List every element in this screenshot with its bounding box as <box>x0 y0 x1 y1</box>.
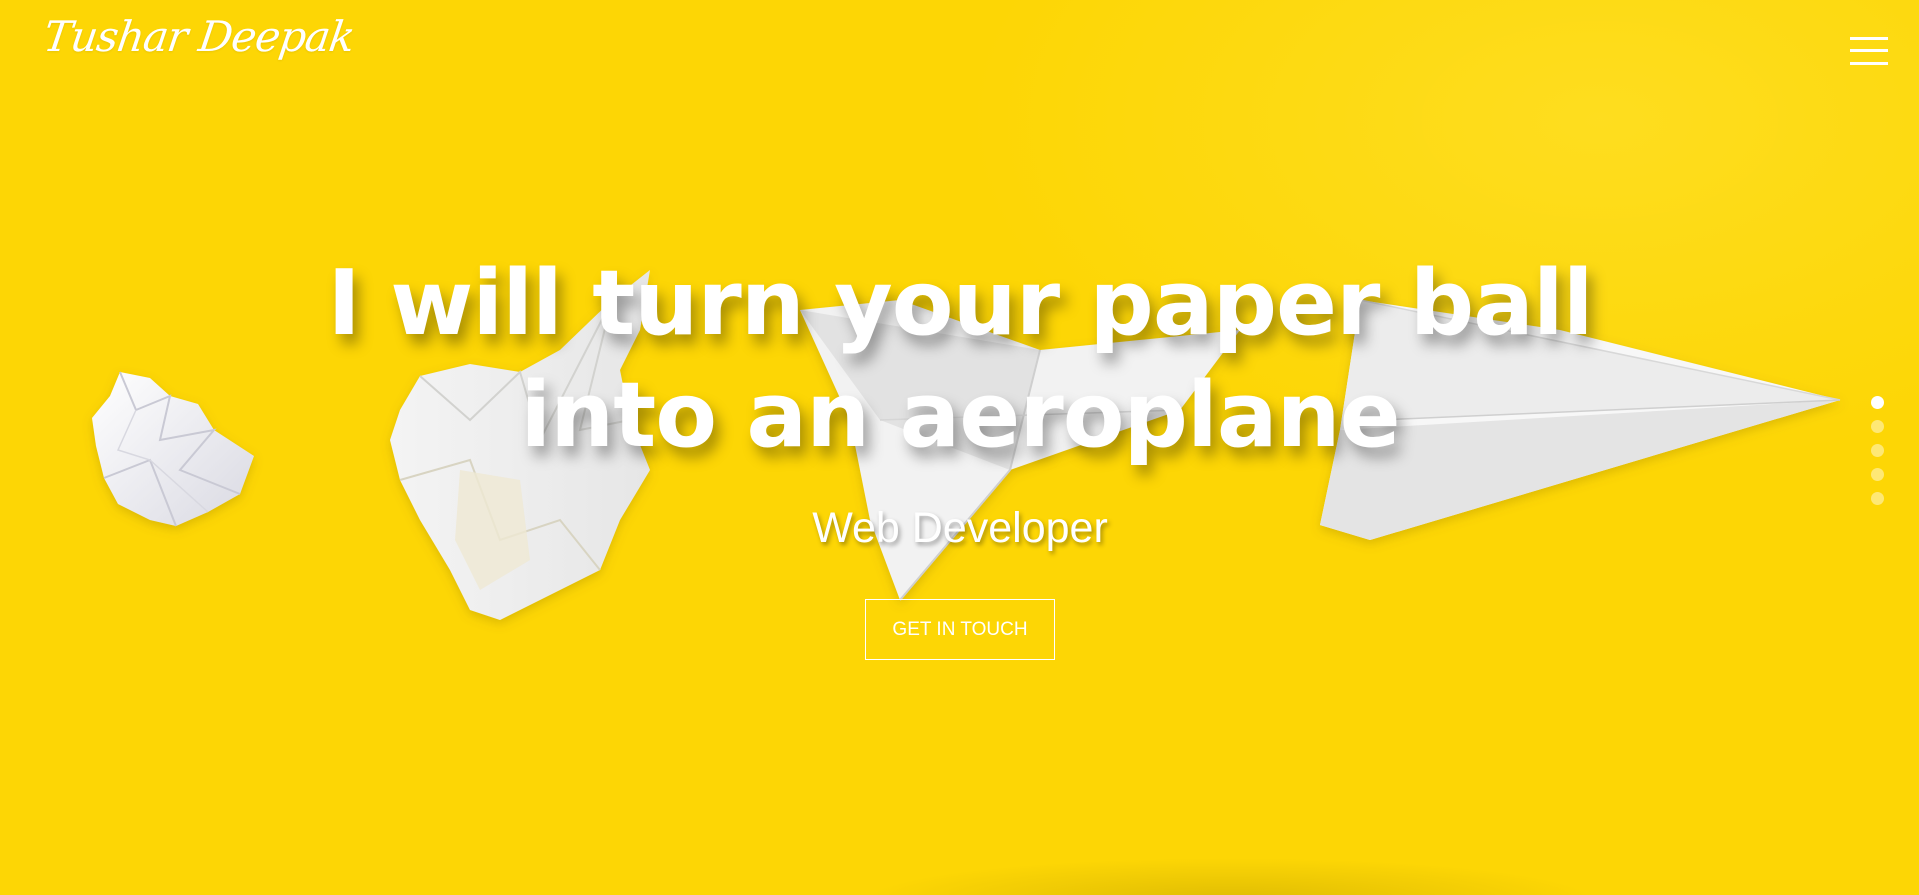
get-in-touch-button[interactable]: GET IN TOUCH <box>865 599 1055 660</box>
menu-line <box>1850 49 1888 52</box>
slide-dot-5[interactable] <box>1871 492 1884 505</box>
hero-title-line-1: I will turn your paper ball <box>327 251 1593 356</box>
slide-pagination <box>1871 396 1885 516</box>
hero-title: I will turn your paper ball into an aero… <box>290 248 1630 472</box>
hero-title-line-2: into an aeroplane <box>520 363 1400 468</box>
slide-dot-2[interactable] <box>1871 420 1884 433</box>
hamburger-icon[interactable] <box>1850 35 1888 67</box>
menu-line <box>1850 62 1888 65</box>
menu-line <box>1850 37 1888 40</box>
hero-subtitle: Web Developer <box>812 504 1108 552</box>
small-paper-ball <box>92 371 254 527</box>
site-logo[interactable]: Tushar Deepak <box>41 12 358 61</box>
slide-dot-3[interactable] <box>1871 444 1884 457</box>
slide-dot-1[interactable] <box>1871 396 1884 409</box>
slide-dot-4[interactable] <box>1871 468 1884 481</box>
hero-section: Tushar Deepak I will turn your paper bal… <box>0 0 1919 895</box>
